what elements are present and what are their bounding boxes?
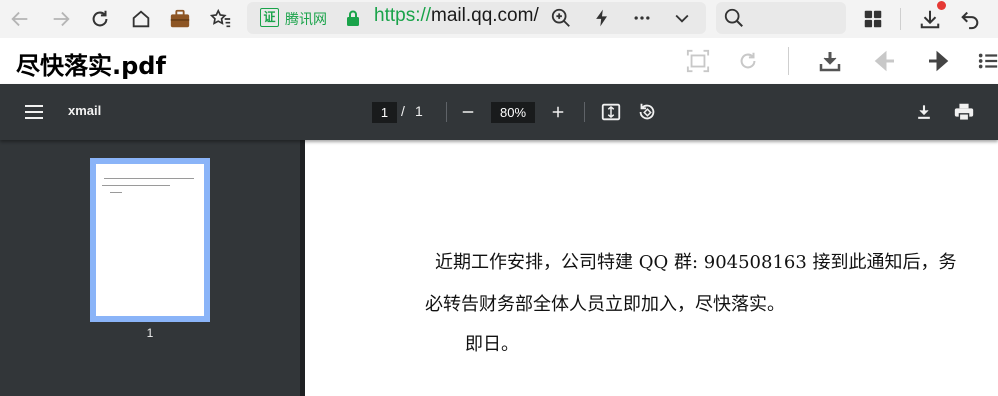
document-line: 即日。 (465, 334, 519, 355)
chevron-down-icon[interactable] (670, 6, 694, 30)
document-line: 近期工作安排，公司特建 QQ 群: 904508163 接到此通知后，务 (435, 252, 957, 273)
more-icon[interactable] (630, 6, 654, 30)
page-title: 尽快落实.pdf (16, 52, 166, 80)
address-bar[interactable]: 证 腾讯网 https://mail.qq.com/ (247, 2, 706, 34)
page-separator: / (401, 103, 405, 119)
rotate-icon[interactable] (735, 48, 761, 74)
zoom-input[interactable] (491, 102, 535, 123)
certificate-issuer: 腾讯网 (285, 12, 327, 28)
url-text[interactable]: https://mail.qq.com/ (374, 5, 542, 27)
zoom-in-icon[interactable] (546, 100, 570, 124)
rotate-counterclockwise-icon[interactable] (635, 100, 659, 124)
title-divider (788, 47, 789, 75)
toolbar-divider (900, 8, 901, 30)
pdf-download-icon[interactable] (912, 100, 936, 124)
zoom-out-icon[interactable] (456, 100, 480, 124)
grid-icon[interactable] (859, 5, 887, 33)
file-title-row: 尽快落实.pdf (0, 38, 998, 84)
undo-icon[interactable] (956, 5, 984, 33)
search-box[interactable] (716, 2, 846, 34)
thumbnail-text-line (104, 178, 194, 179)
menu-icon[interactable] (22, 100, 46, 124)
briefcase-icon[interactable] (166, 5, 194, 33)
toolbar-divider (584, 102, 585, 122)
thumbnail-sidebar: 1 (0, 140, 300, 396)
home-icon[interactable] (127, 5, 155, 33)
save-download-icon[interactable] (817, 48, 843, 74)
forward-icon[interactable] (47, 5, 75, 33)
url-scheme: https:// (374, 5, 432, 26)
download-badge (937, 1, 946, 10)
search-icon (724, 8, 743, 27)
browser-toolbar: 证 腾讯网 https://mail.qq.com/ (0, 0, 998, 38)
certificate-badge[interactable]: 证 (260, 8, 279, 27)
page-thumbnail[interactable] (90, 158, 210, 322)
zoom-icon[interactable] (549, 6, 573, 30)
document-name: xmail (68, 103, 102, 118)
document-line: 必转告财务部全体人员立即加入，尽快落实。 (425, 294, 785, 315)
pdf-toolbar: xmail / 1 (0, 84, 998, 140)
search-input[interactable] (750, 8, 840, 28)
thumbnail-page-number: 1 (146, 326, 154, 340)
lock-icon (347, 10, 359, 26)
list-menu-icon[interactable] (975, 48, 998, 74)
lightning-icon[interactable] (590, 6, 614, 30)
favorites-icon[interactable] (207, 5, 235, 33)
toolbar-divider (446, 102, 447, 122)
url-host: mail.qq.com/ (431, 5, 539, 26)
thumbnail-text-line (102, 185, 170, 186)
print-icon[interactable] (952, 100, 976, 124)
thumbnail-text-line (110, 192, 122, 193)
back-icon[interactable] (6, 5, 34, 33)
fit-screen-icon[interactable] (685, 48, 711, 74)
page-total: 1 (415, 103, 423, 119)
document-page: 近期工作安排，公司特建 QQ 群: 904508163 接到此通知后，务 必转告… (305, 140, 998, 396)
page-number-input[interactable] (372, 102, 397, 123)
previous-arrow-icon[interactable] (872, 48, 898, 74)
thumbnail-page (96, 164, 204, 316)
fit-page-icon[interactable] (599, 100, 623, 124)
next-arrow-icon[interactable] (925, 48, 951, 74)
reload-icon[interactable] (86, 5, 114, 33)
